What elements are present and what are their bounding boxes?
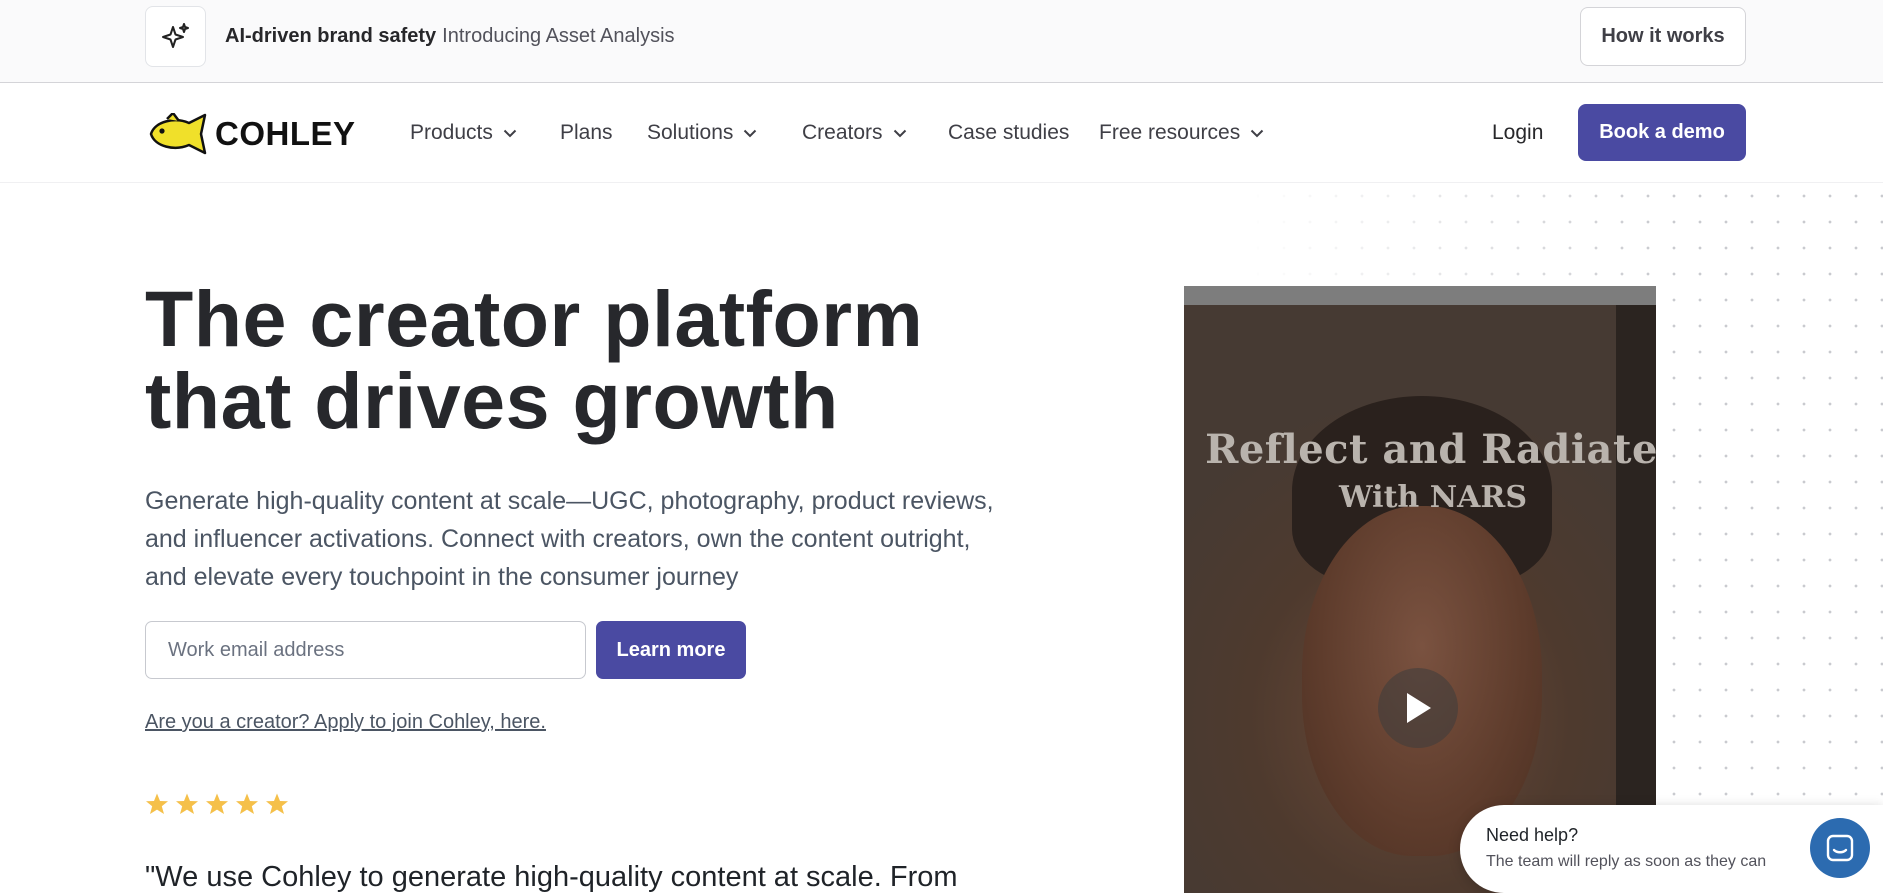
star-icon — [176, 793, 198, 814]
help-widget[interactable]: Need help? The team will reply as soon a… — [1460, 805, 1883, 893]
nav-plans[interactable]: Plans — [560, 121, 613, 145]
chevron-down-icon — [1250, 129, 1264, 138]
announcement-detail: Introducing Asset Analysis — [442, 25, 675, 47]
help-subtitle: The team will reply as soon as they can — [1486, 853, 1767, 870]
star-icon — [206, 793, 228, 814]
video-top-bar — [1184, 286, 1656, 305]
video-title-line2: With NARS — [1339, 480, 1527, 515]
rating-stars — [145, 792, 289, 816]
announcement-text[interactable]: AI-driven brand safety Introducing Asset … — [225, 25, 675, 48]
chat-icon — [1826, 834, 1854, 862]
login-link[interactable]: Login — [1492, 121, 1543, 145]
nav-free-resources[interactable]: Free resources — [1099, 121, 1264, 145]
main-nav: COHLEY Products Plans Solutions Creators… — [0, 84, 1883, 183]
logo-wordmark: COHLEY — [215, 115, 356, 152]
learn-more-button[interactable]: Learn more — [596, 621, 746, 679]
star-icon — [266, 793, 288, 814]
hero-video[interactable]: Reflect and Radiate With NARS — [1184, 286, 1656, 893]
play-button[interactable] — [1378, 668, 1458, 748]
email-input[interactable] — [145, 621, 586, 679]
play-icon — [1407, 693, 1431, 723]
chevron-down-icon — [893, 129, 907, 138]
nav-case-studies-label: Case studies — [948, 121, 1070, 144]
hero-headline: The creator platform that drives growth — [145, 274, 924, 445]
nav-plans-label: Plans — [560, 121, 613, 144]
book-demo-button[interactable]: Book a demo — [1578, 104, 1746, 161]
chevron-down-icon — [503, 129, 517, 138]
nav-products-label: Products — [410, 121, 493, 144]
testimonial-quote: "We use Cohley to generate high-quality … — [145, 861, 958, 893]
nav-free-resources-label: Free resources — [1099, 121, 1241, 144]
chat-launcher-button[interactable] — [1810, 818, 1870, 878]
sparkles-icon — [145, 6, 206, 67]
star-icon — [236, 793, 258, 814]
nav-case-studies[interactable]: Case studies — [948, 121, 1069, 145]
nav-solutions-label: Solutions — [647, 121, 734, 144]
star-icon — [146, 793, 168, 814]
announcement-bar: AI-driven brand safety Introducing Asset … — [0, 0, 1883, 83]
nav-products[interactable]: Products — [410, 121, 517, 145]
cohley-logo[interactable]: COHLEY — [145, 111, 356, 157]
nav-solutions[interactable]: Solutions — [647, 121, 757, 145]
chevron-down-icon — [743, 129, 757, 138]
how-it-works-button[interactable]: How it works — [1580, 7, 1746, 66]
hero-subtext: Generate high-quality content at scale—U… — [145, 487, 994, 591]
help-title: Need help? — [1486, 825, 1579, 845]
announcement-bold: AI-driven brand safety — [225, 25, 437, 47]
video-title-line1: Reflect and Radiate — [1205, 426, 1656, 473]
nav-creators-label: Creators — [802, 121, 883, 144]
creator-apply-link[interactable]: Are you a creator? Apply to join Cohley,… — [145, 711, 546, 734]
fish-logo-icon — [149, 113, 207, 155]
nav-creators[interactable]: Creators — [802, 121, 907, 145]
